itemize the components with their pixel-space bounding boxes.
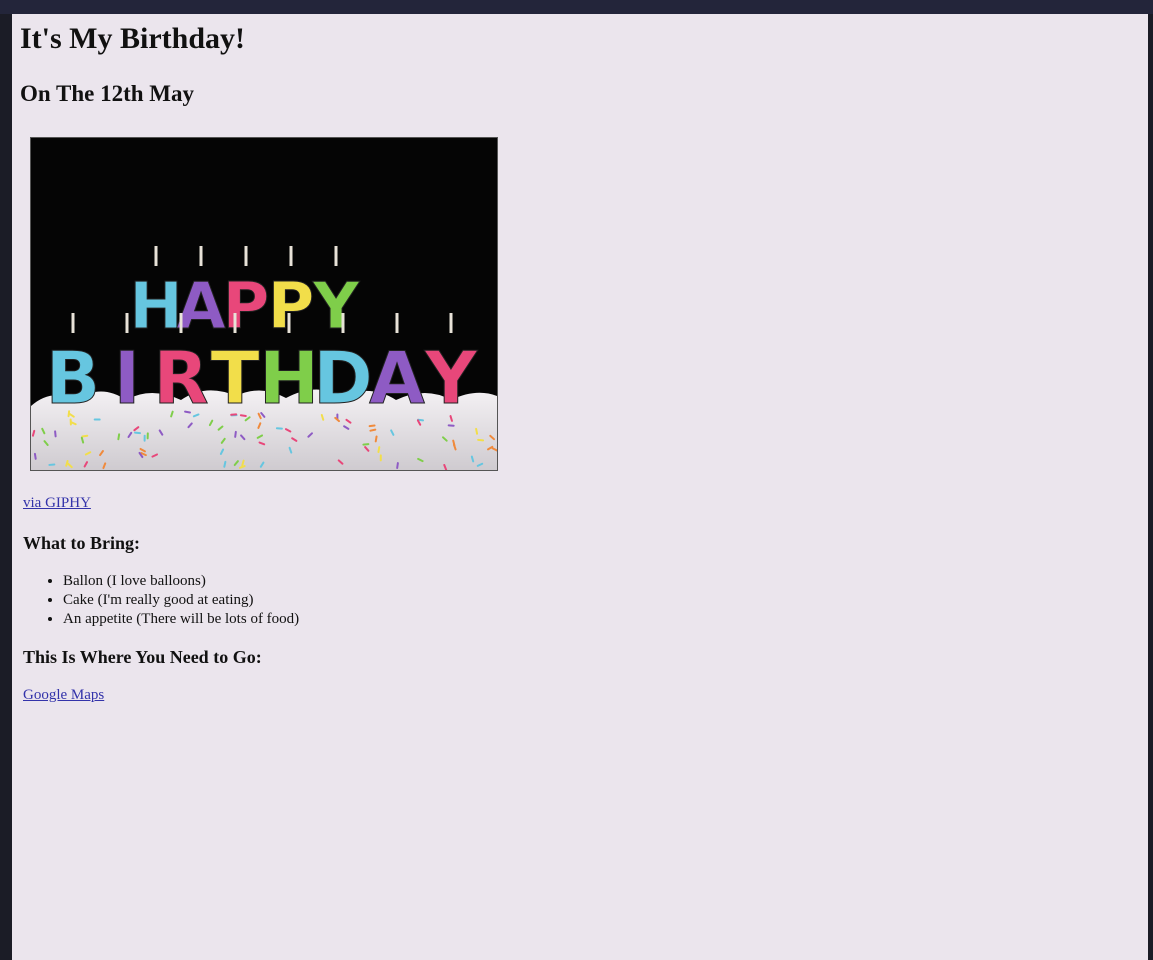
- birthday-gif: HAPPYBIRTHDAY: [30, 137, 498, 471]
- sprinkle: [223, 460, 227, 468]
- sprinkle: [377, 446, 381, 454]
- candle-letter: R: [153, 336, 208, 420]
- list-item: Cake (I'm really good at eating): [63, 591, 299, 610]
- list-item: An appetite (There will be lots of food): [63, 610, 299, 629]
- sprinkle: [362, 443, 370, 446]
- sprinkle: [54, 430, 57, 438]
- sprinkle: [234, 430, 237, 438]
- google-maps-link[interactable]: Google Maps: [23, 687, 104, 704]
- browser-top-bar: [0, 0, 1153, 14]
- page-body: It's My Birthday! On The 12th May HAPPYB…: [12, 14, 1148, 960]
- sprinkle: [33, 452, 37, 460]
- what-to-bring-heading: What to Bring:: [23, 533, 140, 553]
- sprinkle: [396, 462, 399, 470]
- sprinkle: [117, 433, 121, 441]
- sprinkle: [81, 434, 89, 438]
- where-to-go-heading: This Is Where You Need to Go:: [23, 647, 262, 667]
- sprinkle: [31, 429, 36, 437]
- sprinkle: [369, 428, 377, 432]
- sprinkle: [241, 459, 245, 467]
- candle-letter: P: [268, 270, 315, 344]
- sprinkle: [374, 435, 378, 443]
- page-title: It's My Birthday!: [20, 22, 245, 55]
- sprinkle: [477, 438, 485, 442]
- page-date: On The 12th May: [20, 81, 195, 106]
- candle-letter: A: [369, 336, 425, 420]
- sprinkle: [368, 424, 376, 428]
- sprinkle: [475, 427, 479, 435]
- candle-letter: Y: [312, 270, 360, 344]
- candle-letter: T: [210, 336, 259, 420]
- via-giphy-link[interactable]: via GIPHY: [23, 495, 91, 512]
- birthday-candles-image: HAPPYB I R T HDA Y: [31, 138, 497, 470]
- candle-letter: H: [129, 270, 183, 344]
- candle-letter: Y: [424, 336, 478, 420]
- candle-letter: D: [313, 336, 373, 420]
- candle-letter: A: [176, 270, 226, 344]
- sprinkle: [134, 431, 141, 435]
- sprinkle: [80, 436, 85, 444]
- candle-letter: H: [259, 336, 319, 420]
- candle-letter: P: [223, 270, 270, 344]
- candle-letter: B: [46, 336, 101, 420]
- sprinkle: [470, 455, 475, 463]
- candle-letter: I: [114, 336, 141, 420]
- bring-list: Ballon (I love balloons) Cake (I'm reall…: [23, 572, 299, 629]
- list-item: Ballon (I love balloons): [63, 572, 299, 591]
